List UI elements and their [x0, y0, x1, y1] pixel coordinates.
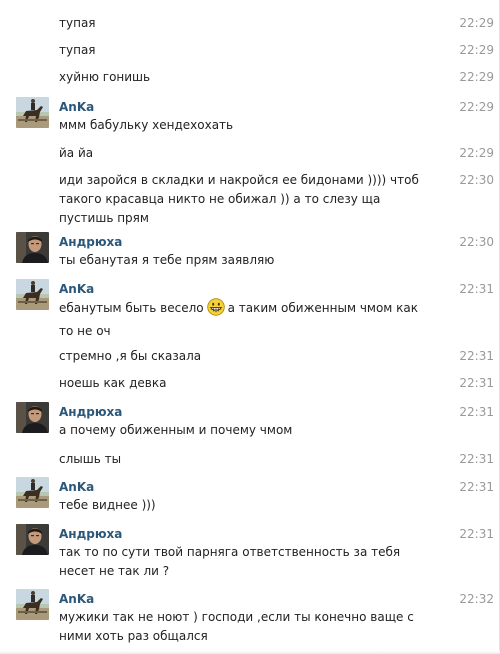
message-time[interactable]: 22:30: [459, 235, 494, 250]
chat-message: AnKa 22:31 тебе виднее ))): [0, 477, 500, 517]
horse-rider-avatar-icon: [16, 279, 49, 310]
message-text: ммм бабульку хендехохать: [59, 118, 234, 132]
message-text: тупая: [59, 16, 96, 30]
message-text: хуйню гонишь: [59, 70, 151, 84]
horse-rider-avatar[interactable]: [16, 589, 49, 620]
message-text: ноешь как девка: [59, 376, 167, 390]
chat-message: AnKa 22:29 ммм бабульку хендехохать: [0, 97, 500, 137]
message-text: ебанутым быть весело а таким обиженным ч…: [59, 298, 434, 341]
message-time[interactable]: 22:31: [459, 376, 494, 391]
message-text-part: ебанутым быть весело: [59, 301, 204, 315]
man-portrait-avatar-icon: [16, 232, 49, 263]
author-name[interactable]: AnKa: [59, 100, 94, 115]
message-text: йа йа: [59, 146, 94, 160]
author-name[interactable]: Андрюха: [59, 405, 122, 420]
chat-message: Андрюха 22:31 а почему обиженным и почем…: [0, 402, 500, 442]
horse-rider-avatar[interactable]: [16, 477, 49, 508]
message-text: стремно ,я бы сказала: [59, 349, 202, 363]
chat-message: слышь ты 22:31: [0, 450, 500, 470]
man-portrait-avatar-icon: [16, 524, 49, 555]
chat-message: стремно ,я бы сказала 22:31: [0, 347, 500, 367]
horse-rider-avatar-icon: [16, 477, 49, 508]
horse-rider-avatar-icon: [16, 97, 49, 128]
author-name[interactable]: Андрюха: [59, 527, 122, 542]
grinning-face-emoji-icon: [206, 298, 225, 316]
chat-message: иди заройся в складки и накройся ее бидо…: [0, 171, 500, 229]
horse-rider-avatar[interactable]: [16, 279, 49, 310]
message-time[interactable]: 22:29: [459, 16, 494, 31]
message-time[interactable]: 22:29: [459, 70, 494, 85]
author-name[interactable]: AnKa: [59, 480, 94, 495]
message-time[interactable]: 22:32: [459, 592, 494, 607]
message-text: иди заройся в складки и накройся ее бидо…: [59, 173, 419, 225]
man-portrait-avatar-icon: [16, 402, 49, 433]
chat-message: Андрюха 22:31 так то по сути твой парняг…: [0, 524, 500, 580]
message-text: слышь ты: [59, 452, 122, 466]
author-name[interactable]: AnKa: [59, 592, 94, 607]
chat-message: AnKa 22:32 мужики так не ноют ) господи …: [0, 589, 500, 649]
horse-rider-avatar[interactable]: [16, 97, 49, 128]
message-text: тебе виднее ))): [59, 498, 156, 512]
chat-message: Андрюха 22:30 ты ебанутая я тебе прям за…: [0, 232, 500, 272]
message-text: мужики так не ноют ) господи ,если ты ко…: [59, 610, 414, 643]
chat-message: тупая 22:29: [0, 41, 500, 61]
message-time[interactable]: 22:31: [459, 405, 494, 420]
horse-rider-avatar-icon: [16, 589, 49, 620]
message-time[interactable]: 22:29: [459, 43, 494, 58]
chat-message: хуйню гонишь 22:29: [0, 68, 500, 88]
message-time[interactable]: 22:29: [459, 100, 494, 115]
man-portrait-avatar[interactable]: [16, 232, 49, 263]
chat-history: тупая 22:29 тупая 22:29 хуйню гонишь 22:…: [0, 0, 500, 654]
message-time[interactable]: 22:31: [459, 527, 494, 542]
message-text: тупая: [59, 43, 96, 57]
man-portrait-avatar[interactable]: [16, 402, 49, 433]
message-time[interactable]: 22:29: [459, 146, 494, 161]
message-text: ты ебанутая я тебе прям заявляю: [59, 253, 275, 267]
message-time[interactable]: 22:31: [459, 282, 494, 297]
message-text: а почему обиженным и почему чмом: [59, 423, 293, 437]
message-time[interactable]: 22:31: [459, 480, 494, 495]
message-time[interactable]: 22:31: [459, 349, 494, 364]
message-time[interactable]: 22:31: [459, 452, 494, 467]
chat-message: AnKa 22:31 ебанутым быть весело а таким …: [0, 279, 500, 339]
chat-message: тупая 22:29: [0, 14, 500, 34]
chat-message: йа йа 22:29: [0, 144, 500, 164]
author-name[interactable]: AnKa: [59, 282, 94, 297]
grinning-face-emoji: [206, 298, 225, 322]
man-portrait-avatar[interactable]: [16, 524, 49, 555]
author-name[interactable]: Андрюха: [59, 235, 122, 250]
chat-message: ноешь как девка 22:31: [0, 374, 500, 394]
message-time[interactable]: 22:30: [459, 173, 494, 188]
message-text: так то по сути твой парняга ответственно…: [59, 545, 401, 578]
